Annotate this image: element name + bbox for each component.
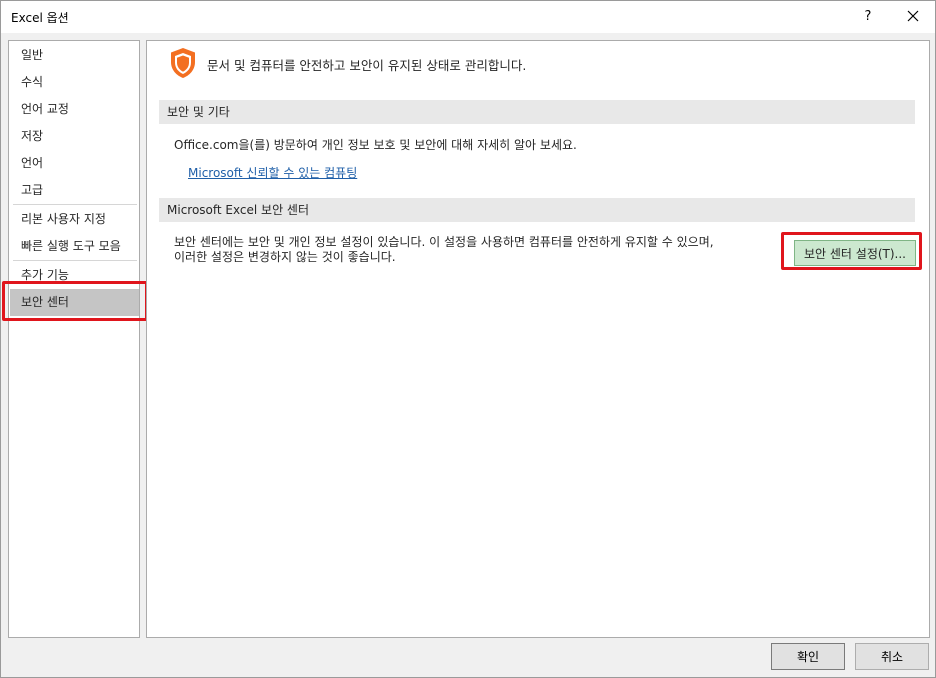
- ok-button[interactable]: 확인: [771, 643, 845, 670]
- sidebar-item-quick-access-toolbar[interactable]: 빠른 실행 도구 모음: [10, 233, 139, 260]
- title-bar: Excel 옵션 ?: [1, 1, 935, 33]
- sidebar-item-language[interactable]: 언어: [10, 150, 139, 177]
- trustworthy-computing-link[interactable]: Microsoft 신뢰할 수 있는 컴퓨팅: [188, 164, 357, 181]
- close-button[interactable]: [893, 1, 933, 31]
- cancel-button[interactable]: 취소: [855, 643, 929, 670]
- section-header-trust-center: Microsoft Excel 보안 센터: [159, 198, 915, 222]
- sidebar-highlight-box: [2, 281, 148, 321]
- shield-icon: [171, 48, 195, 78]
- panel-header-text: 문서 및 컴퓨터를 안전하고 보안이 유지된 상태로 관리합니다.: [207, 58, 527, 73]
- options-sidebar: 일반 수식 언어 교정 저장 언어 고급 리본 사용자 지정 빠른 실행 도구 …: [8, 40, 140, 638]
- sidebar-item-save[interactable]: 저장: [10, 123, 139, 150]
- help-button[interactable]: ?: [849, 1, 887, 31]
- sidebar-item-customize-ribbon[interactable]: 리본 사용자 지정: [10, 206, 139, 233]
- section-header-security-and-more: 보안 및 기타: [159, 100, 915, 124]
- sidebar-divider: [13, 204, 137, 205]
- window-title: Excel 옵션: [11, 11, 69, 25]
- trust-center-button-highlight-box: [781, 232, 922, 270]
- sidebar-item-proofing[interactable]: 언어 교정: [10, 96, 139, 123]
- sidebar-divider: [13, 260, 137, 261]
- close-icon: [907, 10, 919, 22]
- sidebar-item-general[interactable]: 일반: [10, 42, 139, 69]
- sidebar-item-advanced[interactable]: 고급: [10, 177, 139, 204]
- sidebar-item-formulas[interactable]: 수식: [10, 69, 139, 96]
- security-info-text: Office.com을(를) 방문하여 개인 정보 보호 및 보안에 대해 자세…: [174, 138, 577, 152]
- trust-center-panel: 문서 및 컴퓨터를 안전하고 보안이 유지된 상태로 관리합니다. 보안 및 기…: [146, 40, 930, 638]
- trust-center-description-line2: 이러한 설정은 변경하지 않는 것이 좋습니다.: [174, 250, 396, 264]
- excel-options-dialog: Excel 옵션 ? 일반 수식 언어 교정 저장 언어 고급 리본 사용자 지…: [0, 0, 936, 678]
